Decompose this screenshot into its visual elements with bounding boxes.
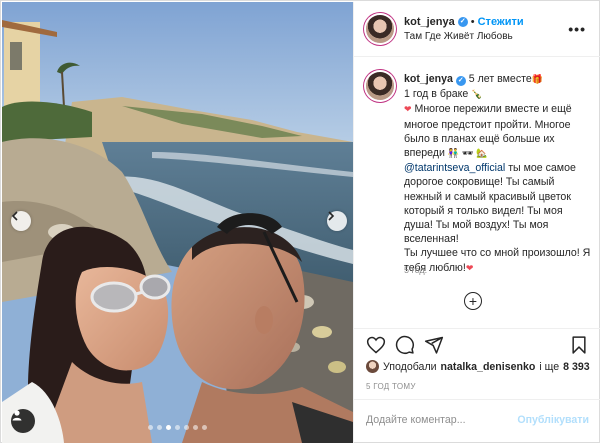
caption-line-5: Ты лучшее что со мной произошло! Я тебя … [404,247,591,274]
post-header: kot_jenya ✓ • Стежити Там Где Живёт Любо… [354,2,600,57]
likes-middle: і ще [539,360,560,373]
carousel-dot [184,425,189,430]
next-photo-button[interactable] [327,211,347,231]
caption-username[interactable]: kot_jenya [404,73,453,85]
gift-emoji-icon: 🎁 [531,75,543,85]
sunglasses-emoji-icon: 🕶 [462,149,474,160]
champagne-emoji-icon: 🍾 [471,90,483,101]
more-options-icon[interactable]: ••• [568,21,586,37]
liker-username[interactable]: natalka_denisenko [441,361,536,373]
post-location[interactable]: Там Где Живёт Любовь [404,31,513,42]
post-photo[interactable] [2,2,353,443]
comment-input[interactable]: Додайте коментар... [366,414,466,426]
likes-count[interactable]: 8 393 [563,361,590,373]
instagram-post: kot_jenya ✓ • Стежити Там Где Живёт Любо… [0,0,600,443]
post-caption: kot_jenya ✓ 5 лет вместе🎁 1 год в браке … [404,72,594,276]
liker-avatar[interactable] [366,360,379,373]
house-emoji-icon: 🏡 [476,149,488,160]
couple-emoji-icon: 👫 [447,149,460,160]
likes-prefix: Уподобали [383,360,437,373]
caption-time[interactable]: 5 год. [404,265,427,275]
caption-line-4: ты мое самое дорогое сокровище! Ты самый… [404,162,576,246]
share-icon[interactable] [424,335,444,355]
carousel-dot [175,425,180,430]
comment-icon[interactable] [395,335,415,355]
comments-area: kot_jenya ✓ 5 лет вместе🎁 1 год в браке … [354,58,600,328]
heart-icon[interactable] [366,335,386,355]
caption-author-avatar[interactable] [366,72,394,100]
carousel-dot [157,425,162,430]
verified-badge-icon: ✓ [455,76,466,86]
load-more-comments-button[interactable]: + [464,292,482,310]
verified-badge-icon: ✓ [457,17,468,27]
carousel-dot [193,425,198,430]
author-line: kot_jenya ✓ • Стежити [404,16,524,28]
chevron-left-icon [11,211,18,221]
caption-line-2: 1 год в браке [404,88,469,101]
caption-mention-link[interactable]: @tatarintseva_official [404,162,505,174]
post-date[interactable]: 5 ГОД ТОМУ [366,382,416,391]
header-separator: • [470,16,475,28]
caption-line-1: 5 лет вместе [468,73,532,85]
likes-summary: Уподобали natalka_denisenko і ще 8 393 [366,360,596,373]
author-avatar[interactable] [366,15,394,43]
post-side-panel: kot_jenya ✓ • Стежити Там Где Живёт Любо… [353,2,600,443]
user-icon [12,410,22,421]
chevron-right-icon [328,211,335,221]
heart-emoji-icon: ❤ [404,105,412,116]
photo-illustration [2,2,353,443]
author-username[interactable]: kot_jenya [404,16,455,28]
carousel-indicator [2,425,353,430]
heart-emoji-icon: ❤ [465,263,474,274]
publish-button[interactable]: Опублікувати [517,414,589,426]
carousel-dot [148,425,153,430]
carousel-dot [166,425,171,430]
action-bar [354,328,600,360]
previous-photo-button[interactable] [11,211,31,231]
add-comment-bar: Додайте коментар... Опублікувати [354,399,600,443]
follow-button[interactable]: Стежити [478,16,524,28]
bookmark-icon[interactable] [569,335,589,355]
carousel-dot [202,425,207,430]
